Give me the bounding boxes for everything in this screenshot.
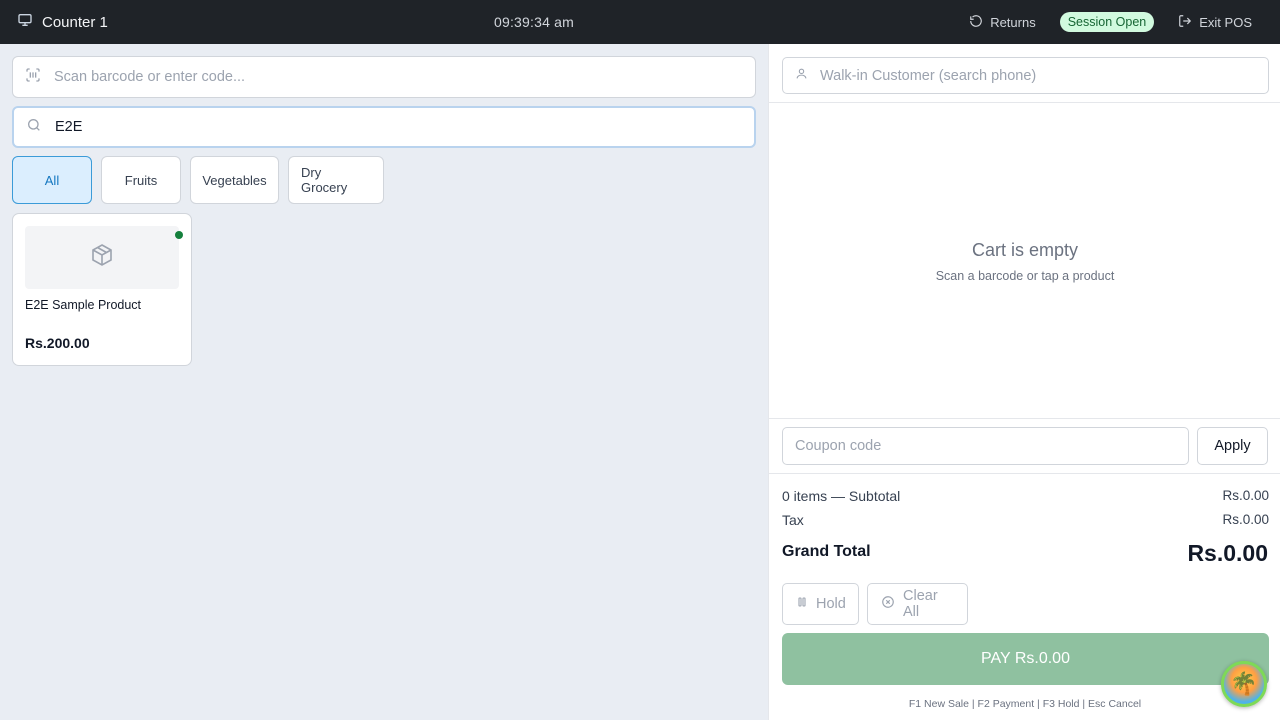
pay-button[interactable]: PAY Rs.0.00 xyxy=(782,633,1269,685)
tax-label: Tax xyxy=(782,512,804,528)
product-pane: All Fruits Vegetables Dry Grocery E2E Sa… xyxy=(0,44,768,720)
grand-total-label: Grand Total xyxy=(782,543,871,560)
returns-label: Returns xyxy=(990,14,1036,30)
rotate-ccw-icon xyxy=(969,14,983,31)
clock: 09:39:34 am xyxy=(493,14,575,30)
clear-all-button[interactable]: Clear All xyxy=(867,583,968,625)
coupon-input[interactable] xyxy=(795,438,1175,454)
product-search-input[interactable] xyxy=(55,119,715,135)
category-vegetables[interactable]: Vegetables xyxy=(190,156,279,204)
top-bar: Counter 1 09:39:34 am Returns Session Op… xyxy=(0,0,1280,44)
session-status-badge: Session Open xyxy=(1059,12,1155,32)
divider xyxy=(769,418,1280,419)
customer-search-field[interactable] xyxy=(782,57,1269,94)
barcode-input[interactable] xyxy=(54,69,714,85)
empty-cart-title: Cart is empty xyxy=(971,240,1079,260)
customer-search-input[interactable] xyxy=(820,67,1240,84)
grand-total-value: Rs.0.00 xyxy=(1187,540,1268,566)
assistant-avatar-icon[interactable]: 🌴 xyxy=(1221,661,1267,707)
cart-pane: Cart is empty Scan a barcode or tap a pr… xyxy=(768,44,1280,720)
tax-row: Tax Rs.0.00 xyxy=(782,512,1269,528)
hold-button[interactable]: Hold xyxy=(782,583,859,625)
category-filters: All Fruits Vegetables Dry Grocery xyxy=(12,156,384,204)
category-dry-grocery[interactable]: Dry Grocery xyxy=(288,156,384,204)
clear-all-label: Clear All xyxy=(903,588,938,620)
product-name: E2E Sample Product xyxy=(25,298,142,312)
exit-pos-label: Exit POS xyxy=(1199,14,1252,30)
in-stock-indicator xyxy=(175,231,183,239)
barcode-field[interactable] xyxy=(12,56,756,98)
log-out-icon xyxy=(1178,14,1192,31)
tax-value: Rs.0.00 xyxy=(1222,512,1269,527)
x-circle-icon xyxy=(881,595,895,613)
divider xyxy=(769,102,1280,103)
divider xyxy=(769,473,1280,474)
category-all[interactable]: All xyxy=(12,156,92,204)
pause-icon xyxy=(796,596,808,612)
hold-label: Hold xyxy=(816,596,846,612)
exit-pos-button[interactable]: Exit POS xyxy=(1178,14,1252,31)
apply-coupon-button[interactable]: Apply xyxy=(1197,427,1268,465)
subtotal-label: 0 items — Subtotal xyxy=(782,488,901,504)
search-icon xyxy=(26,117,42,138)
product-price: Rs.200.00 xyxy=(25,335,90,351)
empty-cart-subtitle: Scan a barcode or tap a product xyxy=(935,269,1115,283)
product-search-field[interactable] xyxy=(12,106,756,148)
user-icon xyxy=(795,67,808,85)
coupon-field[interactable] xyxy=(782,427,1189,465)
empty-cart-message: Cart is empty Scan a barcode or tap a pr… xyxy=(769,240,1280,283)
subtotal-row: 0 items — Subtotal Rs.0.00 xyxy=(782,488,1269,504)
barcode-scan-icon xyxy=(25,67,41,88)
returns-button[interactable]: Returns xyxy=(969,14,1036,31)
category-fruits[interactable]: Fruits xyxy=(101,156,181,204)
package-icon xyxy=(90,243,114,272)
topbar-actions: Returns Session Open Exit POS xyxy=(969,0,1252,44)
product-thumbnail xyxy=(25,226,179,289)
keyboard-shortcuts-hint: F1 New Sale | F2 Payment | F3 Hold | Esc… xyxy=(908,698,1142,710)
subtotal-value: Rs.0.00 xyxy=(1222,488,1269,503)
product-card[interactable]: E2E Sample Product Rs.200.00 xyxy=(12,213,192,366)
